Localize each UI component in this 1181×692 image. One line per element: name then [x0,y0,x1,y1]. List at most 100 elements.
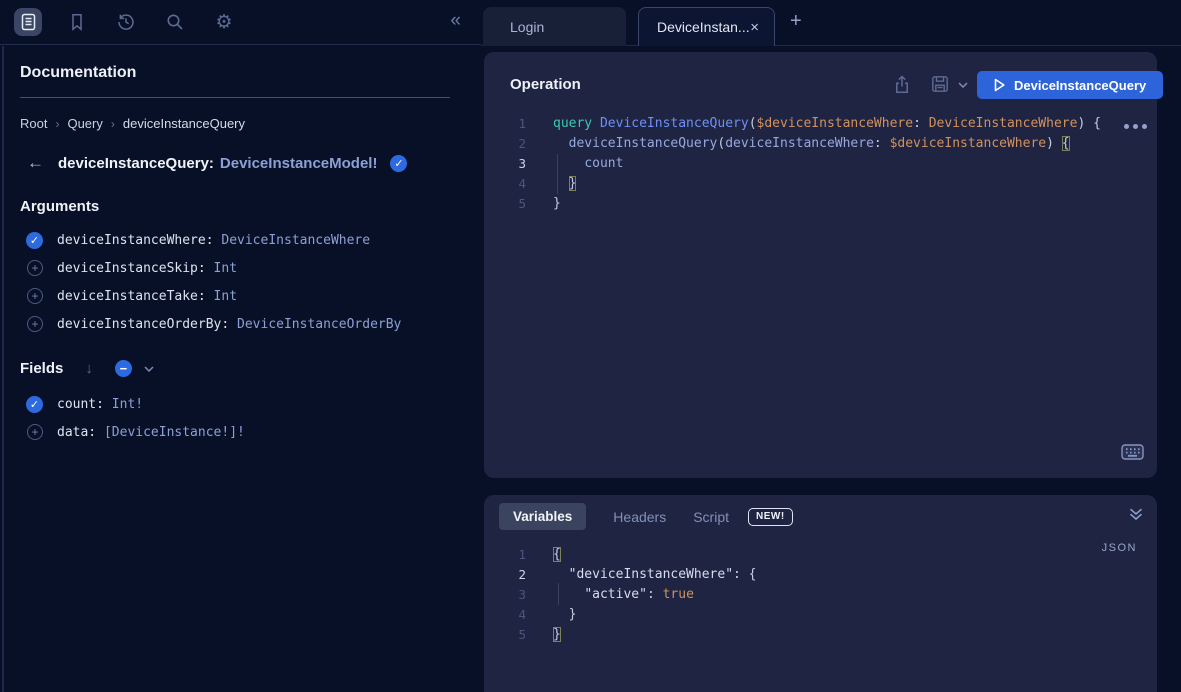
token-fld: count [584,156,623,171]
argument-row[interactable]: ✓ deviceInstanceWhere: DeviceInstanceWher… [26,226,471,254]
indent-guide [557,154,558,194]
new-badge: NEW! [748,508,793,526]
search-icon-button[interactable] [161,8,189,36]
breadcrumb-item[interactable]: Root [20,116,47,131]
docs-icon-button[interactable] [14,8,42,36]
token-mb: } [569,176,577,191]
line-number: 5 [484,625,526,645]
code-line: 5} [484,194,1157,214]
tab-device-instance-query[interactable]: DeviceInstan... × [638,7,775,46]
breadcrumb-separator: › [55,117,59,131]
bookmark-icon [69,13,85,31]
line-number: 4 [484,174,526,194]
variables-panel: Variables Headers Script NEW! JSON 1{2 "… [484,495,1157,692]
share-icon[interactable] [893,75,911,94]
keyboard-shortcuts-icon[interactable] [1121,444,1144,460]
argument-row-type: Int [206,289,237,304]
code-content: } [553,194,561,214]
token-pn: : { [733,567,756,582]
chevron-down-icon[interactable] [144,366,154,372]
run-query-button[interactable]: DeviceInstanceQuery [977,71,1163,99]
argument-row[interactable]: +deviceInstanceSkip: Int [26,254,471,282]
token-bool: true [663,587,694,602]
more-options-icon[interactable] [1124,124,1147,129]
line-number: 2 [484,134,526,154]
token-pn: : [647,587,663,602]
code-line: 4 } [484,174,1157,194]
token-pn: ) { [1077,116,1100,131]
token-pn [553,136,569,151]
line-number: 3 [484,585,526,605]
code-line: 5} [484,625,1157,645]
token-kw: query [553,116,592,131]
arguments-heading: Arguments [20,198,99,215]
argument-row-name: deviceInstanceSkip: [57,261,206,276]
tab-active-label: DeviceInstan... [657,19,750,35]
run-query-label: DeviceInstanceQuery [1014,78,1146,93]
tab-variables[interactable]: Variables [499,503,586,530]
variables-json-editor[interactable]: 1{2 "deviceInstanceWhere": {3 "active": … [484,545,1157,645]
history-icon-button[interactable] [112,8,140,36]
add-plus-icon[interactable]: + [27,288,43,304]
argument-row-name: deviceInstanceWhere: [57,233,214,248]
token-mb: } [553,627,561,642]
token-pn [553,567,569,582]
line-number: 3 [484,154,526,174]
token-fld: deviceInstanceQuery [569,136,718,151]
selected-check-icon[interactable]: ✓ [26,232,43,249]
code-content: { [553,545,561,565]
code-content: } [553,625,561,645]
bookmarks-icon-button[interactable] [63,8,91,36]
field-row[interactable]: ✓count: Int! [26,390,471,418]
sidebar-icon-bar: ⚙ [0,0,481,45]
add-plus-icon[interactable]: + [27,260,43,276]
code-line: 1{ [484,545,1157,565]
selected-check-icon[interactable]: ✓ [390,155,407,172]
add-plus-icon[interactable]: + [27,424,43,440]
settings-icon-button[interactable]: ⚙ [210,8,238,36]
field-row-name: data: [57,425,96,440]
query-tab-bar: Login DeviceInstan... × + [481,0,1181,46]
history-icon [117,13,135,31]
graphql-query-editor[interactable]: 1query DeviceInstanceQuery($deviceInstan… [484,114,1157,214]
argument-row-type: DeviceInstanceWhere [214,233,371,248]
save-icon[interactable] [931,75,949,93]
doc-field-heading: ← deviceInstanceQuery: DeviceInstanceMod… [27,153,407,173]
collapse-sidebar-icon[interactable]: « [450,10,459,32]
code-line: 4 } [484,605,1157,625]
code-content: count [553,154,623,174]
fields-heading-label: Fields [20,360,63,377]
breadcrumb-item[interactable]: Query [67,116,102,131]
token-mb: { [1062,136,1070,151]
fields-list: ✓count: Int!+data: [DeviceInstance!]! [26,390,471,446]
new-tab-icon[interactable]: + [790,10,802,33]
tab-script[interactable]: Script [693,509,729,525]
line-number: 4 [484,605,526,625]
token-str: "active" [584,587,647,602]
collapse-panel-double-chevron-icon[interactable] [1129,508,1143,521]
code-content: "deviceInstanceWhere": { [553,565,757,585]
deselect-all-minus-icon[interactable]: − [115,360,132,377]
code-content: query DeviceInstanceQuery($deviceInstanc… [553,114,1101,134]
breadcrumb-item[interactable]: deviceInstanceQuery [123,116,245,131]
argument-row[interactable]: +deviceInstanceOrderBy: DeviceInstanceOr… [26,310,471,338]
gear-icon: ⚙ [215,11,232,34]
argument-row[interactable]: +deviceInstanceTake: Int [26,282,471,310]
token-var: $deviceInstanceWhere [890,136,1047,151]
line-number: 5 [484,194,526,214]
add-plus-icon[interactable]: + [27,316,43,332]
code-content: deviceInstanceQuery(deviceInstanceWhere:… [553,134,1070,154]
variables-tab-bar: Variables Headers Script NEW! [499,503,793,530]
token-pn: ) [1046,136,1062,151]
sort-down-icon[interactable]: ↓ [85,360,93,377]
doc-field-type[interactable]: DeviceInstanceModel! [220,155,378,172]
tab-login-label: Login [510,19,544,35]
field-row[interactable]: +data: [DeviceInstance!]! [26,418,471,446]
tab-headers[interactable]: Headers [613,509,666,525]
code-line: 3 count [484,154,1157,174]
tab-login[interactable]: Login [483,7,626,46]
save-options-chevron-icon[interactable] [958,82,968,88]
back-arrow-icon[interactable]: ← [27,153,44,173]
selected-check-icon[interactable]: ✓ [26,396,43,413]
close-tab-icon[interactable]: × [750,20,759,35]
